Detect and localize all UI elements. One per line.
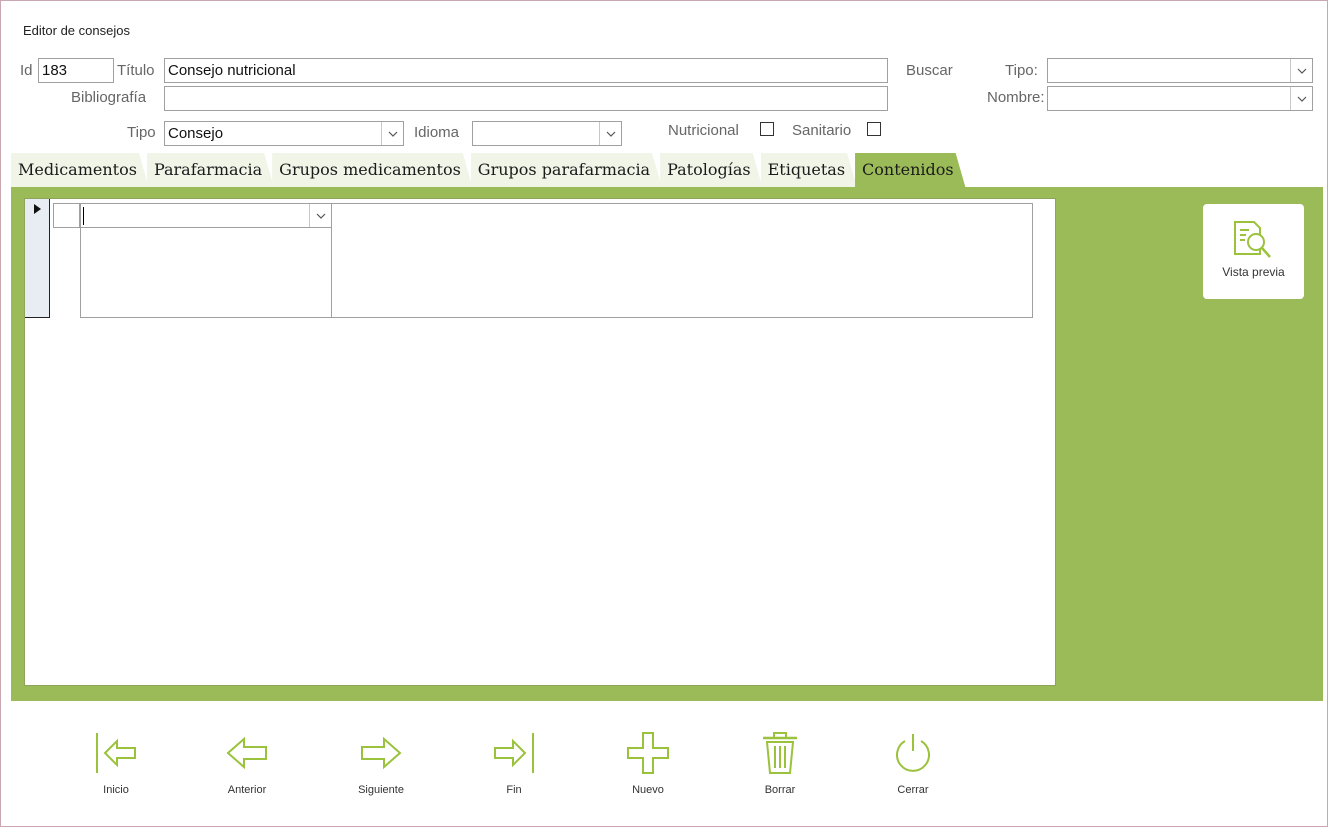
bibliografia-field[interactable] [164, 86, 888, 111]
text-caret [83, 207, 84, 225]
content-combo[interactable] [80, 203, 332, 228]
sanitario-label: Sanitario [792, 122, 852, 139]
previous-arrow-icon [226, 736, 267, 770]
id-label: Id [20, 62, 33, 79]
chevron-down-icon[interactable] [309, 204, 331, 227]
bibliografia-label: Bibliografía [71, 89, 147, 106]
next-arrow-icon [361, 736, 402, 770]
trash-icon [763, 732, 797, 774]
tab-medicamentos[interactable]: Medicamentos [11, 153, 149, 188]
nutricional-label: Nutricional [668, 122, 739, 139]
titulo-label: Título [117, 62, 155, 79]
current-record-icon [34, 204, 41, 214]
fin-button[interactable]: Fin [479, 731, 549, 796]
tab-etiquetas[interactable]: Etiquetas [761, 153, 857, 188]
buscar-label: Buscar [906, 62, 953, 79]
chevron-down-icon[interactable] [599, 122, 621, 145]
idioma-label: Idioma [414, 124, 460, 141]
chevron-down-icon[interactable] [381, 122, 403, 145]
search-nombre-label: Nombre: [987, 89, 1045, 106]
record-selector[interactable] [25, 199, 50, 318]
nuevo-button[interactable]: Nuevo [613, 731, 683, 796]
idioma-combo[interactable] [472, 121, 622, 146]
tab-grupos-parafarmacia[interactable]: Grupos parafarmacia [471, 153, 662, 188]
inicio-label: Inicio [103, 784, 129, 796]
tab-strip: Medicamentos Parafarmacia Grupos medicam… [11, 153, 964, 188]
tab-contenidos[interactable]: Contenidos [855, 153, 966, 188]
borrar-label: Borrar [764, 784, 796, 796]
anterior-button[interactable]: Anterior [212, 731, 282, 796]
preview-button[interactable]: Vista previa [1203, 204, 1304, 299]
preview-button-label: Vista previa [1222, 265, 1285, 279]
last-record-icon [494, 733, 534, 773]
siguiente-button[interactable]: Siguiente [346, 731, 416, 796]
content-list-area[interactable] [80, 227, 332, 318]
cerrar-button[interactable]: Cerrar [878, 731, 948, 796]
cerrar-label: Cerrar [897, 784, 929, 796]
sanitario-checkbox[interactable] [867, 122, 881, 136]
app-window: Editor de consejos Id 183 Título Consejo… [0, 0, 1328, 827]
anterior-label: Anterior [227, 784, 267, 796]
first-record-icon [96, 733, 136, 773]
preview-document-icon [1234, 221, 1271, 258]
tab-grupos-medicamentos[interactable]: Grupos medicamentos [272, 153, 473, 188]
chevron-down-icon[interactable] [1290, 59, 1312, 82]
nutricional-checkbox[interactable] [760, 122, 774, 136]
contenidos-subform [24, 198, 1056, 686]
power-icon [896, 734, 930, 772]
nuevo-label: Nuevo [632, 784, 664, 796]
inicio-button[interactable]: Inicio [81, 731, 151, 796]
fin-label: Fin [506, 784, 522, 796]
window-title: Editor de consejos [23, 23, 130, 38]
borrar-button[interactable]: Borrar [745, 731, 815, 796]
search-nombre-combo[interactable] [1047, 86, 1313, 111]
titulo-field[interactable]: Consejo nutricional [164, 58, 888, 83]
siguiente-label: Siguiente [358, 784, 404, 796]
chevron-down-icon[interactable] [1290, 87, 1312, 110]
row-cell[interactable] [53, 203, 80, 228]
tab-parafarmacia[interactable]: Parafarmacia [147, 153, 274, 188]
tipo-value: Consejo [168, 125, 224, 142]
tab-patologias[interactable]: Patologías [660, 153, 763, 188]
search-tipo-combo[interactable] [1047, 58, 1313, 83]
tipo-label: Tipo [127, 124, 156, 141]
tipo-combo[interactable]: Consejo [164, 121, 404, 146]
plus-icon [627, 732, 669, 774]
search-tipo-label: Tipo: [1005, 62, 1038, 79]
content-text-area[interactable] [331, 203, 1033, 318]
id-field[interactable]: 183 [38, 58, 114, 83]
